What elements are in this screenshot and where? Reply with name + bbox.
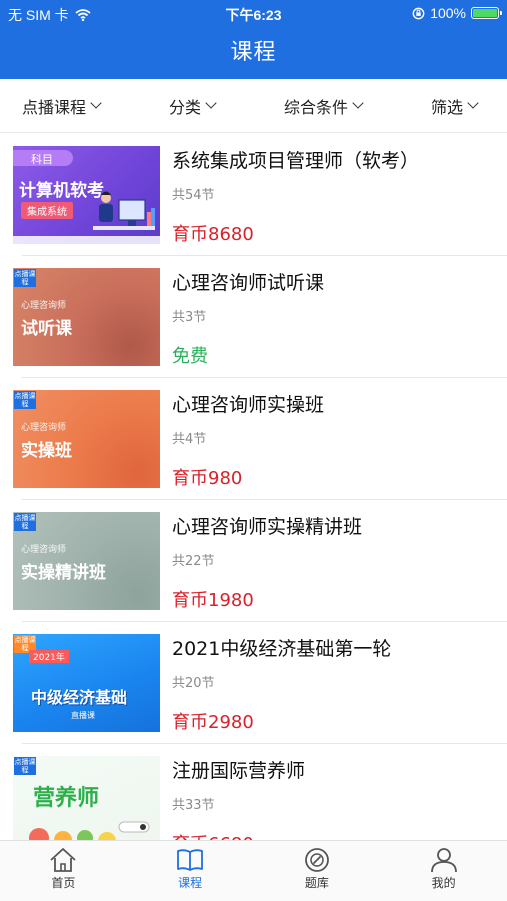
person-at-desk-illustration bbox=[93, 191, 155, 230]
filter-label: 综合条件 bbox=[283, 97, 348, 117]
course-section-count: 共20节 bbox=[172, 676, 215, 691]
thumbnail-badge: 点播课程 bbox=[14, 757, 36, 775]
battery-icon bbox=[471, 7, 502, 19]
thumbnail-badge: 点播课程 bbox=[14, 391, 36, 409]
tab-question-bank[interactable]: 题库 bbox=[254, 841, 381, 901]
chevron-down-icon bbox=[352, 97, 364, 109]
course-section-count: 共3节 bbox=[172, 310, 207, 325]
course-item[interactable]: 点播课程 营养师 注册国际营养师 共33节 育币6680 bbox=[0, 744, 507, 840]
course-price: 育币2980 bbox=[172, 712, 254, 733]
orientation-lock-icon bbox=[412, 7, 425, 19]
status-bar: 无 SIM 卡 下午6:23 100% bbox=[0, 0, 507, 28]
course-title: 心理咨询师实操精讲班 bbox=[172, 516, 363, 538]
app-header: 无 SIM 卡 下午6:23 100% 课程 bbox=[0, 0, 507, 79]
course-thumbnail: 点播课程 2021年 中级经济基础 直播课 bbox=[13, 634, 160, 732]
thumbnail-subtitle: 心理咨询师 bbox=[21, 545, 67, 555]
course-title: 2021中级经济基础第一轮 bbox=[172, 638, 392, 660]
filter-label: 点播课程 bbox=[22, 97, 87, 117]
course-price: 育币6680 bbox=[172, 830, 254, 840]
course-price: 免费 bbox=[172, 346, 208, 367]
course-thumbnail: 点播课程 心理咨询师 实操精讲班 bbox=[13, 512, 160, 610]
course-price: 育币1980 bbox=[172, 590, 254, 611]
course-section-count: 共22节 bbox=[172, 554, 215, 569]
course-section-count: 共4节 bbox=[172, 432, 207, 447]
tab-label: 首页 bbox=[51, 876, 76, 890]
chevron-down-icon bbox=[205, 97, 217, 109]
course-thumbnail: 点播课程 心理咨询师 实操班 bbox=[13, 390, 160, 488]
course-section-count: 共54节 bbox=[172, 188, 215, 203]
course-thumbnail: 科目 计算机软考 集成系统 bbox=[13, 146, 160, 244]
course-thumbnail: 点播课程 心理咨询师 试听课 bbox=[13, 268, 160, 366]
course-title: 心理咨询师实操班 bbox=[172, 394, 325, 416]
filter-label: 筛选 bbox=[430, 97, 463, 117]
course-item[interactable]: 点播课程 2021年 中级经济基础 直播课 2021中级经济基础第一轮 共20节… bbox=[0, 622, 507, 744]
tab-home[interactable]: 首页 bbox=[0, 841, 127, 901]
battery-percent: 100% bbox=[430, 5, 466, 21]
tab-label: 我的 bbox=[431, 876, 456, 890]
course-title: 注册国际营养师 bbox=[172, 760, 306, 782]
filter-sort[interactable]: 综合条件 bbox=[283, 94, 364, 118]
thumbnail-headline: 试听课 bbox=[21, 319, 72, 339]
filter-bar: 点播课程 分类 综合条件 筛选 bbox=[0, 79, 507, 133]
home-icon bbox=[50, 848, 76, 872]
thumbnail-subtitle: 心理咨询师 bbox=[21, 423, 67, 433]
course-thumbnail: 点播课程 营养师 bbox=[13, 756, 160, 840]
thumbnail-badge: 点播课程 bbox=[14, 269, 36, 287]
course-title: 系统集成项目管理师（软考） bbox=[172, 150, 420, 172]
thumbnail-headline: 计算机软考 bbox=[19, 181, 104, 201]
chevron-down-icon bbox=[467, 97, 479, 109]
course-title: 心理咨询师试听课 bbox=[172, 272, 325, 294]
page-title: 课程 bbox=[230, 40, 277, 65]
course-list: 科目 计算机软考 集成系统 系统集成项目管理师（软考） 共54节 育币8680 … bbox=[0, 134, 507, 840]
course-item[interactable]: 点播课程 心理咨询师 实操班 心理咨询师实操班 共4节 育币980 bbox=[0, 378, 507, 500]
food-illustration bbox=[29, 821, 150, 840]
filter-more[interactable]: 筛选 bbox=[430, 94, 479, 118]
thumbnail-badge: 点播课程 bbox=[14, 513, 36, 531]
course-price: 育币8680 bbox=[172, 224, 254, 245]
course-item[interactable]: 点播课程 心理咨询师 试听课 心理咨询师试听课 共3节 免费 bbox=[0, 256, 507, 378]
filter-category[interactable]: 分类 bbox=[168, 94, 217, 118]
thumbnail-tag: 科目 bbox=[31, 153, 53, 166]
thumbnail-subtitle: 心理咨询师 bbox=[21, 301, 67, 311]
course-item[interactable]: 点播课程 心理咨询师 实操精讲班 心理咨询师实操精讲班 共22节 育币1980 bbox=[0, 500, 507, 622]
thumbnail-subline: 集成系统 bbox=[21, 202, 73, 219]
thumbnail-year: 2021年 bbox=[29, 650, 69, 663]
course-price: 育币980 bbox=[172, 468, 243, 489]
filter-course-type[interactable]: 点播课程 bbox=[22, 94, 102, 118]
tab-profile[interactable]: 我的 bbox=[380, 841, 507, 901]
tab-label: 课程 bbox=[178, 876, 203, 890]
chevron-down-icon bbox=[90, 97, 102, 109]
bottom-tab-bar: 首页 课程 题库 我的 bbox=[0, 840, 507, 901]
question-bank-icon bbox=[304, 848, 329, 872]
book-icon bbox=[177, 849, 204, 871]
thumbnail-headline: 实操精讲班 bbox=[21, 563, 106, 583]
tab-courses[interactable]: 课程 bbox=[127, 841, 254, 901]
thumbnail-headline: 营养师 bbox=[33, 786, 100, 811]
thumbnail-headline: 实操班 bbox=[21, 441, 72, 461]
course-item[interactable]: 科目 计算机软考 集成系统 系统集成项目管理师（软考） 共54节 育币8680 bbox=[0, 134, 507, 256]
profile-icon bbox=[430, 848, 457, 873]
filter-label: 分类 bbox=[168, 97, 201, 117]
thumbnail-headline: 中级经济基础 bbox=[31, 688, 128, 707]
course-section-count: 共33节 bbox=[172, 798, 215, 813]
tab-label: 题库 bbox=[304, 876, 329, 890]
thumbnail-subline: 直播课 bbox=[71, 711, 95, 720]
